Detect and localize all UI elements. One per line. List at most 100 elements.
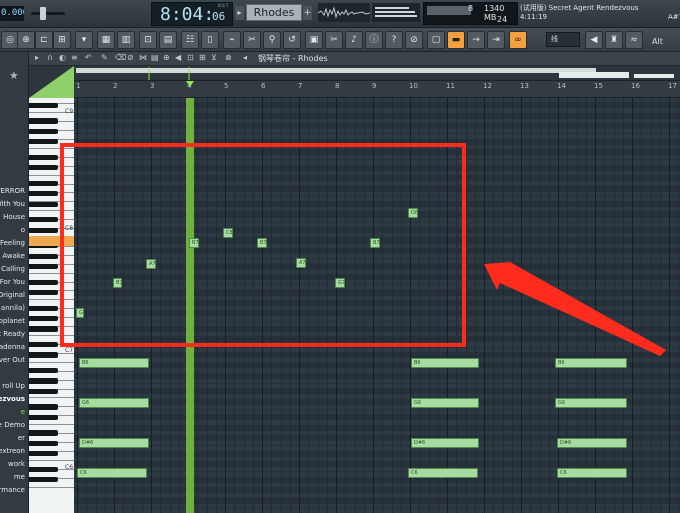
black-key[interactable] (29, 440, 58, 446)
browser-item[interactable]: Awake (2, 252, 25, 261)
link-button[interactable]: ⊕ (17, 31, 35, 49)
master-volume-slider[interactable] (40, 7, 46, 20)
note[interactable]: B6 (411, 358, 479, 368)
event-strip[interactable] (29, 66, 680, 81)
black-key[interactable] (29, 378, 58, 384)
black-key[interactable] (29, 326, 58, 332)
black-key[interactable] (29, 201, 58, 207)
browser-item[interactable]: oplanet (0, 317, 25, 326)
next-button[interactable]: ⇥ (487, 31, 505, 49)
time-ruler[interactable]: 1 2 3 4 5 6 7 8 9 10 11 12 13 14 15 16 17 (29, 81, 680, 98)
brush-icon[interactable]: ✎ (101, 53, 108, 62)
pencil-icon[interactable]: ≡ (71, 53, 78, 62)
speaker-icon[interactable]: ◂ (243, 53, 247, 62)
zoom-tool-icon[interactable]: ⊕ (163, 53, 170, 62)
pattern-button[interactable]: ▦ (97, 31, 115, 49)
browser-item[interactable]: t Ready (0, 330, 25, 339)
help-button[interactable]: ? (385, 31, 403, 49)
browser-item[interactable]: TERROR (0, 187, 25, 196)
browser-item[interactable]: me (14, 473, 25, 482)
menu-arrow-icon[interactable]: ▸ (35, 53, 39, 62)
mute-button[interactable]: ◀ (585, 31, 603, 49)
black-key[interactable] (29, 305, 58, 311)
black-key[interactable] (29, 154, 58, 160)
mute-tool-icon[interactable]: ⊘ (127, 53, 134, 62)
save-button[interactable]: ▣ (305, 31, 323, 49)
black-key[interactable] (29, 352, 58, 358)
black-key[interactable] (29, 342, 58, 348)
black-key[interactable] (29, 264, 58, 270)
note[interactable]: D#6 (557, 438, 627, 448)
browser-item[interactable]: House (3, 213, 25, 222)
plugin-button[interactable]: ⊞ (53, 31, 71, 49)
master-volume-track[interactable] (31, 12, 65, 15)
black-key[interactable] (29, 368, 58, 374)
note[interactable]: C6 (408, 468, 478, 478)
black-key[interactable] (29, 191, 58, 197)
black-key[interactable] (29, 451, 58, 457)
browser-item[interactable]: rmance (0, 486, 25, 495)
undo-button[interactable]: ↺ (283, 31, 301, 49)
note[interactable]: G6 (555, 398, 627, 408)
browser-item[interactable]: roll Up (2, 382, 25, 391)
black-key[interactable] (29, 414, 58, 420)
black-key[interactable] (29, 165, 58, 171)
mic-button[interactable]: ♪ (345, 31, 363, 49)
playhead-marker-icon[interactable] (186, 81, 194, 87)
split-button[interactable]: ▾ (75, 31, 93, 49)
black-key[interactable] (29, 290, 58, 296)
piano-button[interactable]: ▥ (117, 31, 135, 49)
browser-item[interactable]: o (21, 226, 25, 235)
chain-button[interactable]: ∞ (509, 31, 527, 49)
browser-item[interactable]: Calling (1, 265, 25, 274)
eraser-icon[interactable]: ⌫ (115, 53, 126, 62)
forward-button[interactable]: → (467, 31, 485, 49)
playback-tool-icon[interactable]: ◀ (175, 53, 181, 62)
record-button[interactable]: ▢ (427, 31, 445, 49)
stretch-icon[interactable]: ⊞ (199, 53, 206, 62)
play-icon[interactable]: ▸ (235, 6, 244, 20)
black-key[interactable] (29, 139, 58, 145)
browser-item[interactable]: annila) (1, 304, 25, 313)
note[interactable]: D#6 (79, 438, 149, 448)
browser-item[interactable]: adonna (0, 343, 25, 352)
star-icon[interactable]: ★ (9, 69, 19, 82)
black-key[interactable] (29, 388, 58, 394)
note[interactable]: B6 (79, 358, 149, 368)
browser-item[interactable]: Original (0, 291, 25, 300)
file-button[interactable]: ▯ (201, 31, 219, 49)
browser-button[interactable]: ✂ (243, 31, 261, 49)
browser-item[interactable]: dezvous (0, 395, 25, 404)
wave-button[interactable]: ≈ (625, 31, 643, 49)
browser-item[interactable]: For You (0, 278, 25, 287)
browser-item[interactable]: er (18, 434, 25, 443)
black-key[interactable] (29, 128, 58, 134)
browser-item[interactable]: e Demo (0, 421, 25, 430)
browser-item[interactable]: ver Out (0, 356, 25, 365)
mixer-button[interactable]: ▤ (159, 31, 177, 49)
note[interactable]: G6 (79, 398, 149, 408)
browser-item[interactable]: With You (0, 200, 25, 209)
scissors-button[interactable]: ✂ (325, 31, 343, 49)
browser-item[interactable]: Feeling (0, 239, 25, 248)
black-key[interactable] (29, 227, 58, 233)
plug-button[interactable]: ⌁ (223, 31, 241, 49)
note[interactable]: G6 (411, 398, 479, 408)
online-button[interactable]: ⊘ (405, 31, 423, 49)
select-tool-icon[interactable]: ▤ (151, 53, 159, 62)
black-key[interactable] (29, 279, 58, 285)
song-position-display[interactable]: 8:04: 06 B:S:T (151, 2, 233, 26)
channel-button[interactable]: ☷ (181, 31, 199, 49)
snap-dropdown[interactable]: 线 (546, 32, 580, 47)
note[interactable]: B6 (555, 358, 627, 368)
browser-item[interactable]: e (21, 408, 25, 417)
add-icon[interactable]: + (303, 6, 312, 20)
browser-item[interactable]: work (8, 460, 25, 469)
step-button[interactable]: ⊡ (139, 31, 157, 49)
slice-tool-icon[interactable]: ⋈ (139, 53, 147, 62)
note[interactable]: C6 (77, 468, 147, 478)
black-key[interactable] (29, 180, 58, 186)
note[interactable]: C6 (557, 468, 627, 478)
black-key[interactable] (29, 430, 58, 436)
black-key[interactable] (29, 253, 58, 259)
